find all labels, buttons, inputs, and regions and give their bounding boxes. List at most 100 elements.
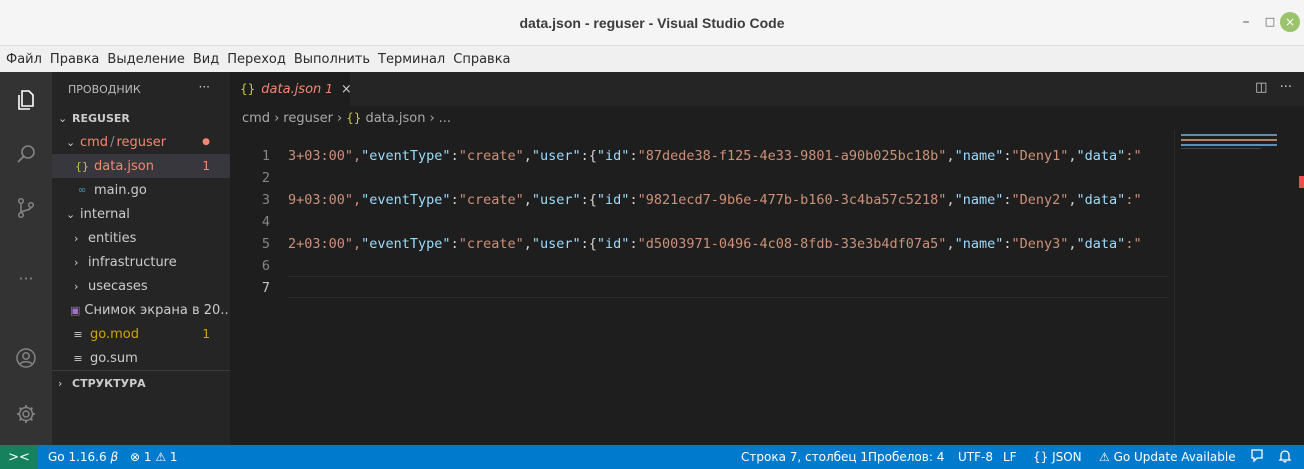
activity-bar: ··· — [0, 72, 52, 445]
bell-icon[interactable] — [1278, 448, 1292, 467]
folder-label: internal — [80, 206, 130, 222]
outline-section[interactable]: › СТРУКТУРА — [52, 370, 230, 395]
menu-go[interactable]: Переход — [227, 52, 286, 67]
minimap[interactable] — [1174, 130, 1290, 445]
split-editor-icon[interactable]: ◫ — [1255, 80, 1267, 95]
error-count: ⊗ 1 — [130, 450, 152, 464]
folder-label: usecases — [88, 278, 148, 294]
more-icon[interactable]: ··· — [0, 256, 52, 300]
tab-bar: {} data.json 1 × ◫ ··· — [230, 72, 1304, 106]
remote-button[interactable]: >< — [0, 445, 38, 469]
chevron-right-icon: › — [274, 110, 280, 126]
tab-data-json[interactable]: {} data.json 1 × — [230, 72, 352, 106]
breadcrumb-cmd[interactable]: cmd — [242, 111, 270, 126]
file-label: go.sum — [90, 350, 138, 366]
search-icon[interactable] — [0, 132, 52, 176]
breadcrumb: cmd › reguser › {} data.json › ... — [230, 106, 1304, 130]
json-file-icon: {} — [346, 111, 362, 125]
chevron-down-icon: ⌄ — [66, 135, 76, 149]
menu-help[interactable]: Справка — [453, 52, 510, 67]
folder-label: entities — [88, 230, 137, 246]
tab-problem-count: 1 — [325, 82, 333, 96]
json-file-icon: {} — [75, 159, 89, 173]
file-label: go.mod — [90, 326, 139, 342]
menu-selection[interactable]: Выделение — [107, 52, 184, 67]
account-icon[interactable] — [0, 336, 52, 380]
code-line: 3 9+03:00","eventType":"create","user":{… — [230, 188, 1304, 210]
line-number: 6 — [261, 258, 270, 274]
source-control-icon[interactable] — [0, 186, 52, 230]
problem-badge: 1 — [202, 327, 210, 341]
explorer-more-icon[interactable]: ··· — [199, 80, 210, 94]
menu-edit[interactable]: Правка — [50, 52, 99, 67]
chevron-right-icon: › — [74, 279, 79, 293]
menu-view[interactable]: Вид — [193, 52, 219, 67]
menu-terminal[interactable]: Терминал — [378, 52, 445, 67]
chevron-right-icon: › — [429, 110, 435, 126]
folder-internal[interactable]: ⌄ internal — [52, 202, 230, 226]
folder-entities[interactable]: › entities — [52, 226, 230, 250]
go-update[interactable]: ⚠ Go Update Available — [1099, 450, 1236, 464]
error-marker — [1299, 176, 1304, 188]
cursor-position[interactable]: Строка 7, столбец 1 — [741, 450, 868, 464]
minimize-button[interactable]: – — [1234, 10, 1258, 34]
close-button[interactable]: × — [1280, 12, 1300, 32]
folder-reguser[interactable]: ⌄ REGUSER — [52, 106, 230, 130]
current-line-highlight — [288, 276, 1168, 298]
path-separator: / — [110, 134, 115, 150]
file-go-mod[interactable]: ≡ go.mod 1 — [52, 322, 230, 346]
chevron-down-icon: ⌄ — [58, 111, 68, 125]
line-number: 1 — [261, 148, 270, 164]
code-editor[interactable]: 1 3+03:00","eventType":"create","user":{… — [230, 144, 1304, 298]
menu-file[interactable]: Файл — [6, 52, 42, 67]
files-icon[interactable] — [0, 78, 52, 122]
line-number: 4 — [261, 214, 270, 230]
go-version[interactable]: Go 1.16.6 β — [48, 450, 118, 464]
file-main-go[interactable]: ∞ main.go — [52, 178, 230, 202]
folder-infrastructure[interactable]: › infrastructure — [52, 250, 230, 274]
vertical-scrollbar[interactable] — [1290, 130, 1304, 445]
text-file-icon: ≡ — [73, 351, 83, 365]
file-label: Снимок экрана в 20... — [84, 302, 230, 318]
close-icon[interactable]: × — [341, 82, 352, 97]
chevron-right-icon: › — [58, 376, 63, 390]
folder-cmd-reguser[interactable]: ⌄ cmd / reguser ● — [52, 130, 230, 154]
encoding[interactable]: UTF-8 — [958, 450, 993, 464]
line-text: 3+03:00","eventType":"create","user":{"i… — [288, 148, 1142, 164]
code-line-current: 7 — [230, 276, 1304, 298]
breadcrumb-reguser[interactable]: reguser — [283, 111, 333, 126]
folder-label: REGUSER — [72, 111, 130, 125]
chevron-down-icon: ⌄ — [66, 207, 76, 221]
chevron-right-icon: › — [74, 231, 79, 245]
code-line: 5 2+03:00","eventType":"create","user":{… — [230, 232, 1304, 254]
tab-label: data.json — [261, 81, 322, 97]
file-screenshot[interactable]: ▣ Снимок экрана в 20... — [52, 298, 230, 322]
folder-label: reguser — [116, 134, 167, 150]
breadcrumb-file[interactable]: data.json — [365, 111, 425, 126]
title-bar: data.json - reguser - Visual Studio Code… — [0, 0, 1304, 46]
more-actions-icon[interactable]: ··· — [1280, 80, 1292, 95]
problem-badge: 1 — [202, 159, 210, 173]
image-file-icon: ▣ — [70, 303, 81, 317]
line-text: 9+03:00","eventType":"create","user":{"i… — [288, 192, 1142, 208]
window-title: data.json - reguser - Visual Studio Code — [519, 15, 785, 31]
file-data-json[interactable]: {} data.json 1 — [52, 154, 230, 178]
breadcrumb-more[interactable]: ... — [439, 111, 451, 126]
end-of-line[interactable]: LF — [1003, 450, 1017, 464]
maximize-button[interactable]: □ — [1258, 10, 1282, 34]
feedback-icon[interactable] — [1250, 448, 1264, 467]
line-number: 5 — [261, 236, 270, 252]
modified-dot: ● — [202, 137, 210, 147]
language-mode[interactable]: {} JSON — [1033, 450, 1082, 464]
line-text: 2+03:00","eventType":"create","user":{"i… — [288, 236, 1142, 252]
menu-run[interactable]: Выполнить — [294, 52, 370, 67]
indentation[interactable]: Пробелов: 4 — [868, 450, 944, 464]
file-go-sum[interactable]: ≡ go.sum — [52, 346, 230, 370]
folder-usecases[interactable]: › usecases — [52, 274, 230, 298]
settings-gear-icon[interactable] — [0, 392, 52, 436]
file-label: data.json — [94, 158, 154, 174]
folder-label: infrastructure — [88, 254, 177, 270]
line-number: 3 — [261, 192, 270, 208]
problems-indicator[interactable]: ⊗ 1 ⚠ 1 — [130, 450, 178, 464]
explorer-sidebar: ПРОВОДНИК ··· ⌄ REGUSER ⌄ cmd / reguser … — [52, 72, 230, 445]
